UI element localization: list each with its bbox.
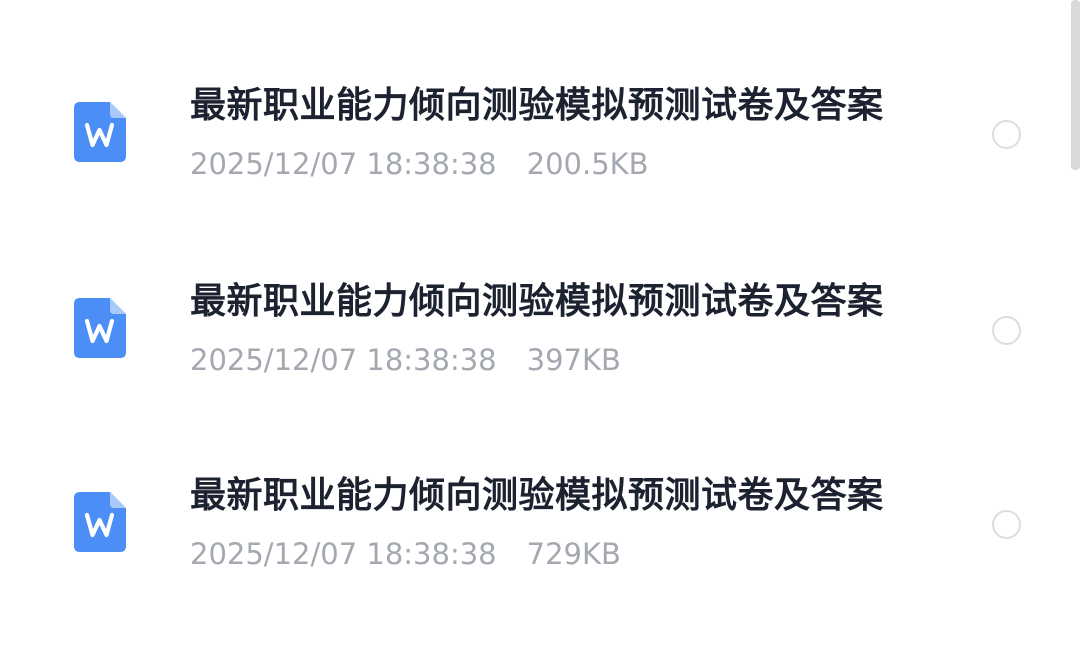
scrollbar-thumb[interactable] [1071,0,1080,170]
word-doc-icon [74,492,126,552]
word-doc-icon [74,298,126,358]
word-doc-icon [74,102,126,162]
select-radio[interactable] [992,120,1021,149]
file-meta: 2025/12/07 18:38:38 729KB [190,534,621,574]
select-radio[interactable] [992,510,1021,539]
select-radio[interactable] [992,316,1021,345]
file-meta: 2025/12/07 18:38:38 397KB [190,340,621,380]
file-title: 最新职业能力倾向测验模拟预测试卷及答案 [190,281,884,322]
file-size: 397KB [526,343,621,377]
file-size: 729KB [526,537,621,571]
file-row[interactable]: 最新职业能力倾向测验模拟预测试卷及答案 2025/12/07 18:38:38 3… [0,256,1060,406]
file-title: 最新职业能力倾向测验模拟预测试卷及答案 [190,85,884,126]
file-row[interactable]: 最新职业能力倾向测验模拟预测试卷及答案 2025/12/07 18:38:38 7… [0,450,1060,600]
file-size: 200.5KB [526,147,649,181]
file-date: 2025/12/07 18:38:38 [190,537,497,571]
file-row[interactable]: 最新职业能力倾向测验模拟预测试卷及答案 2025/12/07 18:38:38 2… [0,60,1060,210]
file-date: 2025/12/07 18:38:38 [190,343,497,377]
file-date: 2025/12/07 18:38:38 [190,147,497,181]
file-title: 最新职业能力倾向测验模拟预测试卷及答案 [190,475,884,516]
file-meta: 2025/12/07 18:38:38 200.5KB [190,144,649,184]
file-list: 最新职业能力倾向测验模拟预测试卷及答案 2025/12/07 18:38:38 2… [0,0,1080,669]
